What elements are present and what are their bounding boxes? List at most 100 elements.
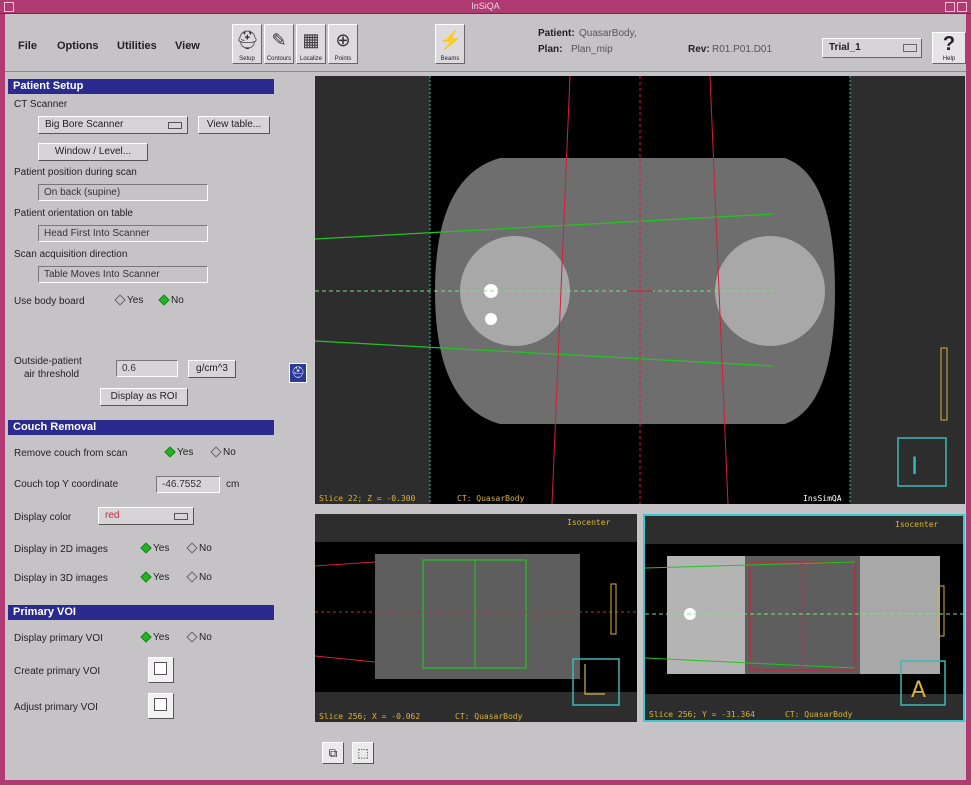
display-2d-no-radio[interactable]: No xyxy=(186,542,212,555)
title-bar[interactable]: InSiQA xyxy=(0,0,971,14)
plan-label: Plan: xyxy=(538,44,563,55)
remove-couch-label: Remove couch from scan xyxy=(14,448,128,459)
transverse-ct-label: CT: QuasarBody xyxy=(457,494,525,503)
body-board-no-radio[interactable]: No xyxy=(158,294,184,307)
left-panel: Patient Setup CT Scanner Big Bore Scanne… xyxy=(8,75,283,775)
view-table-button[interactable]: View table... xyxy=(198,116,270,134)
menu-view[interactable]: View xyxy=(175,40,200,52)
beam-icon: ⚡ xyxy=(439,30,462,50)
orientation-label: Patient orientation on table xyxy=(14,208,133,219)
window-border-left xyxy=(0,14,5,785)
sagittal-tag: Isocenter xyxy=(567,518,611,527)
primary-voi-header: Primary VOI xyxy=(8,605,274,620)
panel-toggle-button[interactable]: ⛑ xyxy=(289,363,307,383)
transverse-image: I xyxy=(315,76,948,504)
coronal-viewport[interactable]: A Isocenter Slice 256; Y = -31.364 CT: Q… xyxy=(643,514,965,722)
chevron-down-icon xyxy=(174,513,188,520)
sagittal-viewport[interactable]: Isocenter Slice 256; X = -0.062 CT: Quas… xyxy=(315,514,637,722)
display-2d-yes-radio[interactable]: Yes xyxy=(140,542,169,555)
coronal-tag: Isocenter xyxy=(895,520,939,529)
patient-setup-header: Patient Setup xyxy=(8,79,274,94)
ct-scanner-label: CT Scanner xyxy=(14,99,68,110)
grid-icon: ▦ xyxy=(302,30,320,50)
minimize-icon[interactable] xyxy=(945,2,955,12)
couch-coord-input[interactable]: -46.7552 xyxy=(156,476,220,493)
help-button[interactable]: ? Help xyxy=(932,32,966,64)
menu-options[interactable]: Options xyxy=(57,40,99,52)
snapshot-button[interactable]: ⬚ xyxy=(352,742,374,764)
layout-view-button[interactable]: ⧉ xyxy=(322,742,344,764)
helmet-icon: ⛑ xyxy=(291,367,305,379)
transverse-name-label: InsSimQA xyxy=(803,494,842,503)
patient-value: QuasarBody, xyxy=(579,28,637,39)
coronal-slice-label: Slice 256; Y = -31.364 xyxy=(649,710,755,719)
display-2d-label: Display in 2D images xyxy=(14,544,108,555)
coronal-ct-label: CT: QuasarBody xyxy=(785,710,853,719)
threshold-label: Outside-patient xyxy=(14,356,82,367)
body-board-label: Use body board xyxy=(14,296,85,307)
window-border-bottom xyxy=(0,780,971,785)
transverse-viewport[interactable]: I Slice 22; Z = -0.300 CT: QuasarBody In… xyxy=(315,76,965,504)
couch-coord-label: Couch top Y coordinate xyxy=(14,479,119,490)
display-voi-no-radio[interactable]: No xyxy=(186,631,212,644)
display-voi-label: Display primary VOI xyxy=(14,633,103,644)
svg-text:I: I xyxy=(911,452,918,480)
display-3d-label: Display in 3D images xyxy=(14,573,108,584)
chevron-down-icon xyxy=(168,122,182,129)
plan-value: Plan_mip xyxy=(571,44,613,55)
chevron-down-icon xyxy=(903,44,917,52)
menu-file[interactable]: File xyxy=(18,40,37,52)
sagittal-slice-label: Slice 256; X = -0.062 xyxy=(319,712,421,721)
crosshair-icon: ⊕ xyxy=(335,30,351,50)
display-3d-yes-radio[interactable]: Yes xyxy=(140,571,169,584)
setup-tool-button[interactable]: ⛑ Setup xyxy=(232,24,262,64)
svg-text:A: A xyxy=(911,678,926,703)
layout-icon: ⧉ xyxy=(328,746,338,760)
trial-dropdown[interactable]: Trial_1 xyxy=(822,38,922,58)
transverse-slice-label: Slice 22; Z = -0.300 xyxy=(319,494,416,503)
display-3d-no-radio[interactable]: No xyxy=(186,571,212,584)
display-as-roi-button[interactable]: Display as ROI xyxy=(100,388,188,406)
position-label: Patient position during scan xyxy=(14,167,137,178)
localize-tool-button[interactable]: ▦ Localize xyxy=(296,24,326,64)
box-icon xyxy=(154,662,167,675)
create-voi-button[interactable] xyxy=(148,657,174,683)
maximize-icon[interactable] xyxy=(957,2,967,12)
sagittal-ct-label: CT: QuasarBody xyxy=(455,712,523,721)
position-value: On back (supine) xyxy=(38,184,208,201)
beams-tool-button[interactable]: ⚡ Beams xyxy=(435,24,465,64)
threshold-label-2: air threshold xyxy=(24,369,80,380)
coronal-image: A xyxy=(645,544,963,706)
menu-utilities[interactable]: Utilities xyxy=(117,40,157,52)
couch-removal-header: Couch Removal xyxy=(8,420,274,435)
sagittal-image xyxy=(315,542,637,706)
question-icon: ? xyxy=(942,33,956,55)
ct-scanner-dropdown[interactable]: Big Bore Scanner xyxy=(38,116,188,134)
patient-label: Patient: xyxy=(538,28,575,39)
direction-label: Scan acquisition direction xyxy=(14,249,128,260)
remove-couch-yes-radio[interactable]: Yes xyxy=(164,446,193,459)
points-tool-button[interactable]: ⊕ Points xyxy=(328,24,358,64)
rev-value: R01.P01.D01 xyxy=(712,44,773,55)
display-color-dropdown[interactable]: red xyxy=(98,507,194,525)
threshold-input[interactable]: 0.6 xyxy=(116,360,178,377)
couch-coord-unit: cm xyxy=(226,479,240,490)
window-border-right xyxy=(966,14,971,785)
contour-icon: ✎ xyxy=(271,30,287,50)
remove-couch-no-radio[interactable]: No xyxy=(210,446,236,459)
display-voi-yes-radio[interactable]: Yes xyxy=(140,631,169,644)
orientation-value: Head First Into Scanner xyxy=(38,225,208,242)
helmet-icon: ⛑ xyxy=(236,30,259,50)
contours-tool-button[interactable]: ✎ Contours xyxy=(264,24,294,64)
toolbar: File Options Utilities View ⛑ Setup ✎ Co… xyxy=(5,14,966,72)
adjust-voi-label: Adjust primary VOI xyxy=(14,702,98,713)
direction-value: Table Moves Into Scanner xyxy=(38,266,208,283)
create-voi-label: Create primary VOI xyxy=(14,666,101,677)
display-color-label: Display color xyxy=(14,512,72,523)
body-board-yes-radio[interactable]: Yes xyxy=(114,294,143,307)
window-title: InSiQA xyxy=(471,1,500,11)
adjust-voi-button[interactable] xyxy=(148,693,174,719)
box-icon xyxy=(154,698,167,711)
threshold-unit-button[interactable]: g/cm^3 xyxy=(188,360,236,378)
window-level-button[interactable]: Window / Level... xyxy=(38,143,148,161)
